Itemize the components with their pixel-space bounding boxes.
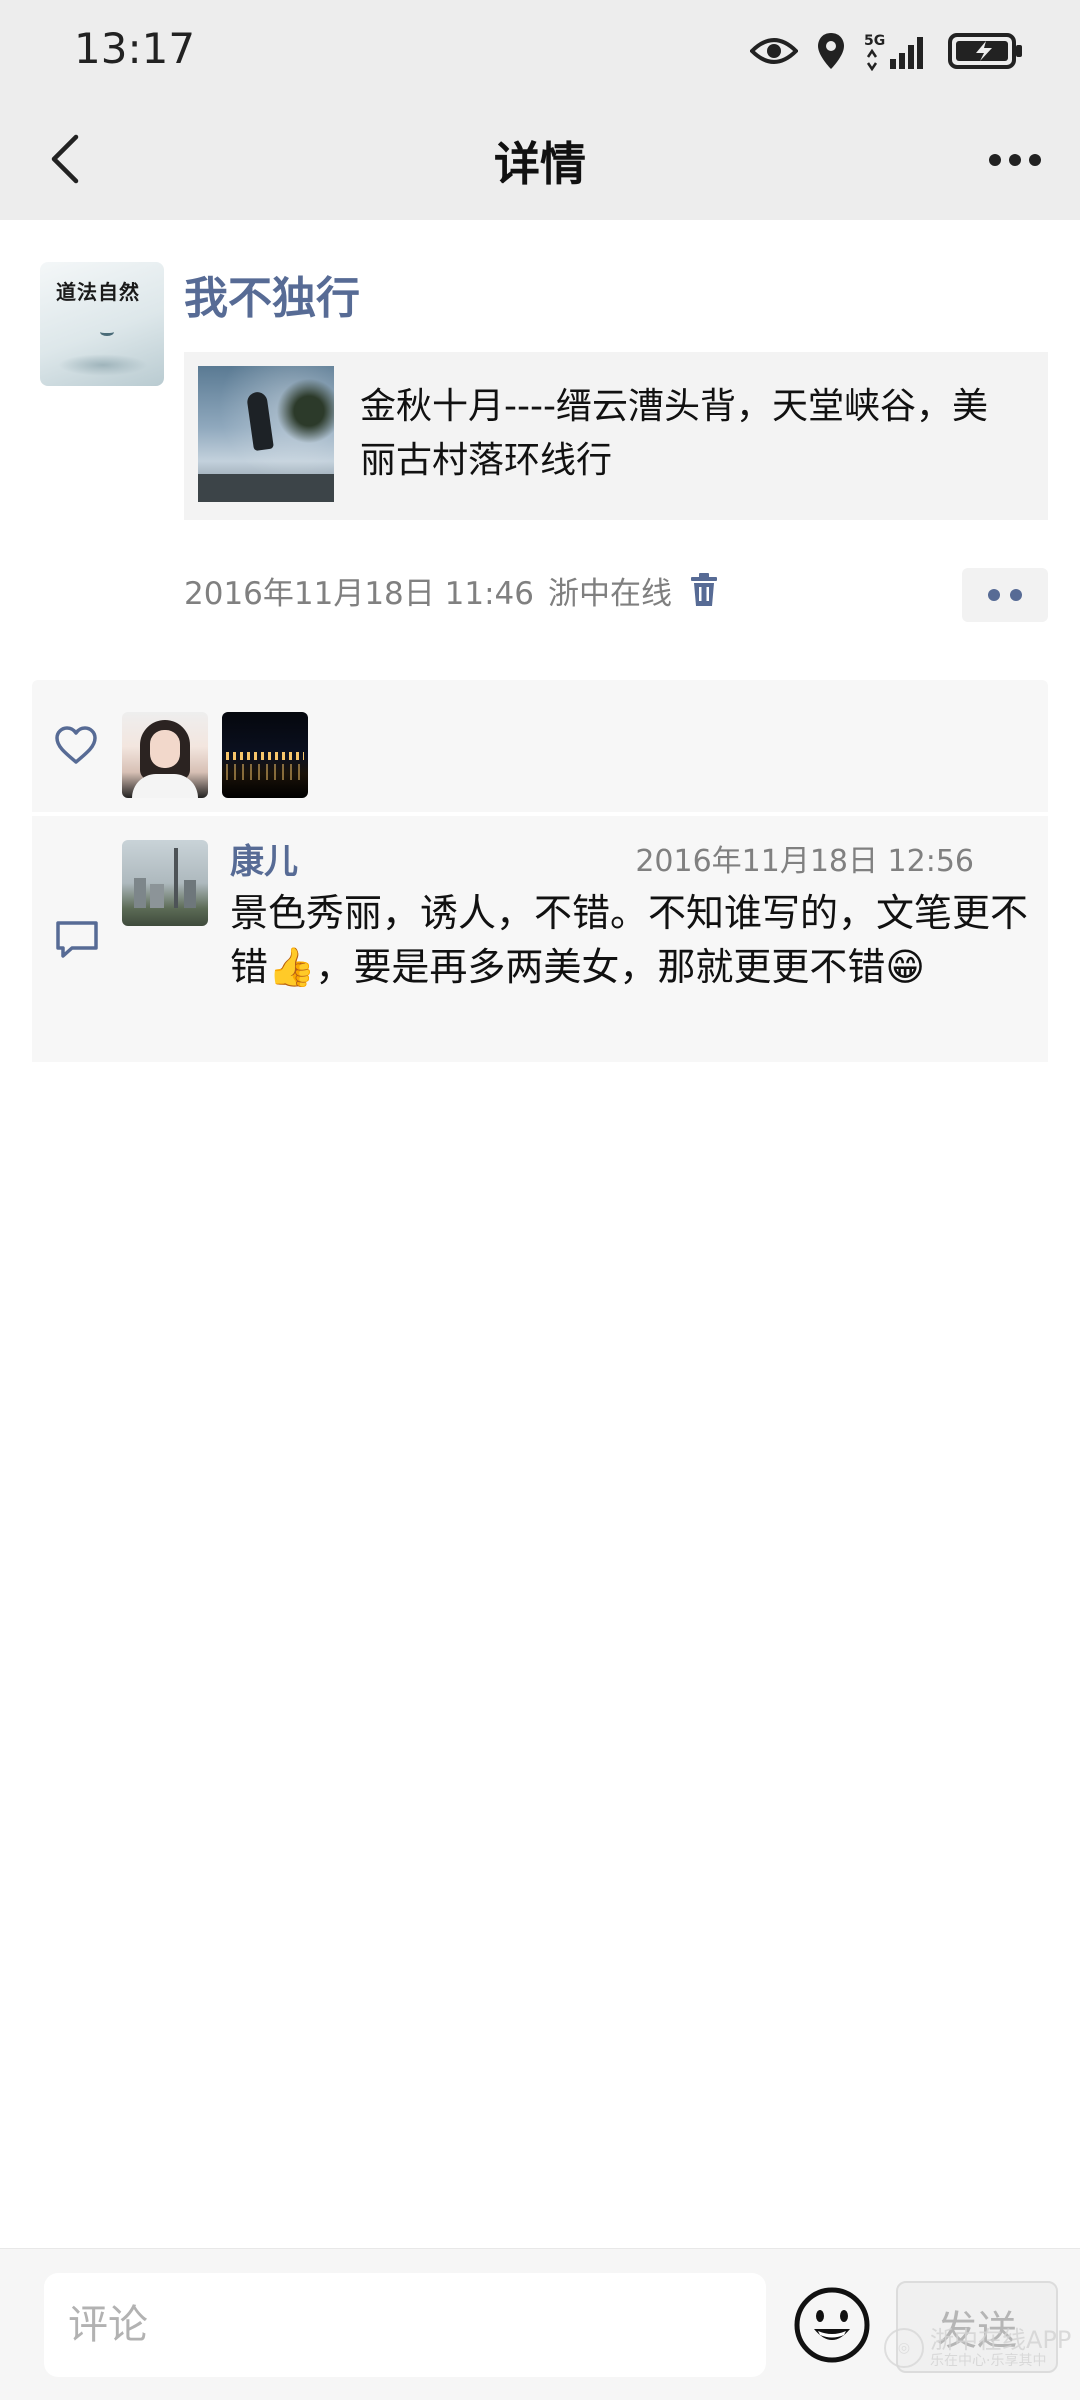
shared-thumbnail bbox=[198, 366, 334, 502]
location-icon bbox=[816, 31, 846, 71]
comment-time: 2016年11月18日 12:56 bbox=[635, 844, 974, 879]
comment-icon bbox=[54, 920, 100, 964]
commenter-avatar[interactable] bbox=[122, 840, 208, 926]
comment-input[interactable] bbox=[44, 2273, 766, 2377]
woman-portrait-avatar[interactable] bbox=[122, 712, 208, 798]
comment-like-dots-icon[interactable] bbox=[962, 568, 1048, 622]
nav-bar: 详情 bbox=[0, 100, 1080, 220]
more-dots-icon bbox=[988, 152, 1042, 171]
status-time: 13:17 bbox=[74, 24, 196, 73]
heart-icon bbox=[54, 726, 98, 770]
page-title: 详情 bbox=[494, 137, 586, 191]
status-icons: 5G bbox=[750, 26, 1024, 76]
post-author-name[interactable]: 我不独行 bbox=[184, 262, 360, 326]
watermark-logo-icon: ◎ bbox=[884, 2328, 924, 2368]
comments-panel: 康儿 2016年11月18日 12:56 景色秀丽，诱人，不错。不知谁写的，文笔… bbox=[32, 816, 1048, 1062]
signal-5g-icon: 5G bbox=[864, 31, 930, 71]
watermark-text: 浙中在线APP bbox=[930, 2326, 1072, 2354]
author-avatar[interactable]: 道法自然 bbox=[40, 262, 164, 386]
shared-title: 金秋十月----缙云漕头背，天堂峡谷，美丽古村落环线行 bbox=[360, 386, 988, 481]
watermark-subtext: 乐在中心·乐享其中 bbox=[930, 2353, 1047, 2369]
post-meta: 2016年11月18日 11:46 浙中在线 bbox=[184, 568, 718, 612]
trash-icon[interactable] bbox=[690, 573, 718, 607]
status-bar: 13:17 5G bbox=[0, 0, 1080, 100]
comment-text[interactable]: 景色秀丽，诱人，不错。不知谁写的，文笔更不错👍，要是再多两美女，那就更更不错😁 bbox=[230, 886, 1030, 994]
svg-text:5G: 5G bbox=[864, 33, 885, 49]
more-button[interactable] bbox=[980, 126, 1050, 196]
night-city-avatar[interactable] bbox=[222, 712, 308, 798]
app-watermark: ◎ 浙中在线APP 乐在中心·乐享其中 bbox=[884, 2318, 1074, 2378]
post-timestamp: 2016年11月18日 11:46 bbox=[184, 575, 534, 612]
avatar-calligraphy: 道法自然 bbox=[56, 280, 140, 304]
eye-icon bbox=[750, 35, 798, 67]
shared-link-card[interactable]: 金秋十月----缙云漕头背，天堂峡谷，美丽古村落环线行 bbox=[184, 352, 1048, 520]
bird-mark bbox=[100, 328, 114, 336]
post-source[interactable]: 浙中在线 bbox=[548, 568, 672, 613]
likes-panel bbox=[32, 680, 1048, 812]
ink-wash bbox=[58, 354, 148, 376]
battery-charging-icon bbox=[948, 31, 1024, 71]
comment-author[interactable]: 康儿 bbox=[230, 834, 298, 883]
smiley-icon[interactable] bbox=[792, 2285, 872, 2365]
